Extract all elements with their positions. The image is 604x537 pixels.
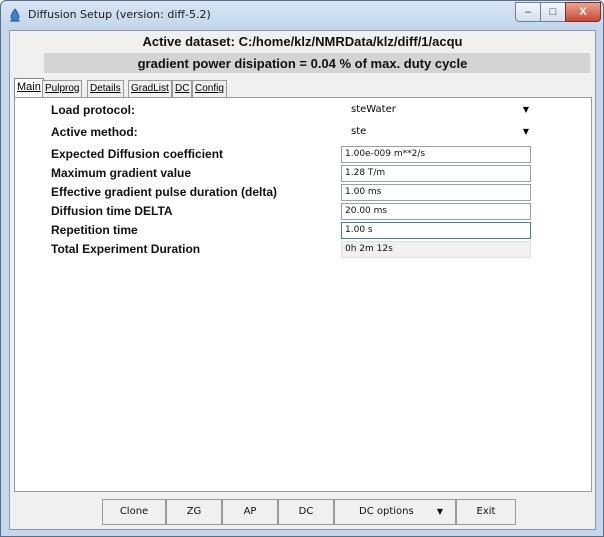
load-protocol-select[interactable]: steWater ▼ bbox=[345, 102, 537, 119]
load-protocol-row: Load protocol: steWater ▼ bbox=[15, 102, 591, 119]
ap-button[interactable]: AP bbox=[222, 499, 278, 525]
main-tab-panel: Load protocol: steWater ▼ Active method:… bbox=[14, 97, 592, 492]
app-droplet-icon bbox=[10, 8, 20, 22]
repetition-time-input[interactable]: 1.00 s bbox=[341, 222, 531, 239]
action-bar: Clone ZG AP DC DC options ▼ Exit bbox=[14, 495, 592, 529]
tab-main[interactable]: Main bbox=[14, 78, 44, 98]
diffusion-time-label: Diffusion time DELTA bbox=[51, 204, 173, 218]
tab-details[interactable]: Details bbox=[87, 80, 124, 98]
title-bar[interactable]: Diffusion Setup (version: diff-5.2) – □ … bbox=[1, 1, 603, 30]
diffusion-coeff-row: Expected Diffusion coefficient 1.00e-009… bbox=[15, 146, 591, 163]
diffusion-time-input[interactable]: 20.00 ms bbox=[341, 203, 531, 220]
active-method-label: Active method: bbox=[51, 125, 138, 139]
minimize-button[interactable]: – bbox=[515, 2, 541, 22]
tab-pulprog[interactable]: Pulprog bbox=[42, 80, 83, 98]
client-area: Active dataset: C:/home/klz/NMRData/klz/… bbox=[9, 30, 596, 530]
exit-button[interactable]: Exit bbox=[456, 499, 516, 525]
power-dissipation-label: gradient power disipation = 0.04 % of ma… bbox=[137, 56, 468, 71]
diffusion-setup-window: Diffusion Setup (version: diff-5.2) – □ … bbox=[0, 0, 604, 537]
active-method-select[interactable]: ste ▼ bbox=[345, 124, 537, 141]
chevron-down-icon: ▼ bbox=[522, 127, 529, 136]
dc-options-label: DC options bbox=[359, 506, 414, 517]
zg-button[interactable]: ZG bbox=[166, 499, 222, 525]
chevron-down-icon: ▼ bbox=[522, 105, 529, 114]
total-duration-label: Total Experiment Duration bbox=[51, 242, 201, 256]
active-dataset-label: Active dataset: C:/home/klz/NMRData/klz/… bbox=[142, 34, 463, 49]
maximize-button[interactable]: □ bbox=[540, 2, 566, 22]
dc-button[interactable]: DC bbox=[278, 499, 334, 525]
diffusion-coeff-label: Expected Diffusion coefficient bbox=[51, 147, 224, 161]
close-button[interactable]: X bbox=[565, 2, 601, 22]
tab-config[interactable]: Config bbox=[192, 80, 227, 98]
window-title: Diffusion Setup (version: diff-5.2) bbox=[28, 8, 211, 21]
diffusion-time-row: Diffusion time DELTA 20.00 ms bbox=[15, 203, 591, 220]
chevron-down-icon: ▼ bbox=[436, 507, 443, 516]
max-gradient-row: Maximum gradient value 1.28 T/m bbox=[15, 165, 591, 182]
load-protocol-label: Load protocol: bbox=[51, 103, 135, 117]
load-protocol-value: steWater bbox=[351, 104, 396, 115]
max-gradient-input[interactable]: 1.28 T/m bbox=[341, 165, 531, 182]
dc-options-button[interactable]: DC options ▼ bbox=[334, 499, 456, 525]
active-method-row: Active method: ste ▼ bbox=[15, 124, 591, 141]
tab-dc[interactable]: DC bbox=[172, 80, 193, 98]
total-duration-value: 0h 2m 12s bbox=[341, 241, 531, 258]
pulse-duration-row: Effective gradient pulse duration (delta… bbox=[15, 184, 591, 201]
clone-button[interactable]: Clone bbox=[102, 499, 166, 525]
repetition-time-label: Repetition time bbox=[51, 223, 138, 237]
pulse-duration-label: Effective gradient pulse duration (delta… bbox=[51, 185, 278, 199]
diffusion-coeff-input[interactable]: 1.00e-009 m**2/s bbox=[341, 146, 531, 163]
max-gradient-label: Maximum gradient value bbox=[51, 166, 192, 180]
tab-gradlist[interactable]: GradList bbox=[128, 80, 172, 98]
pulse-duration-input[interactable]: 1.00 ms bbox=[341, 184, 531, 201]
active-method-value: ste bbox=[351, 126, 367, 137]
repetition-time-row: Repetition time 1.00 s bbox=[15, 222, 591, 239]
total-duration-row: Total Experiment Duration 0h 2m 12s bbox=[15, 241, 591, 258]
